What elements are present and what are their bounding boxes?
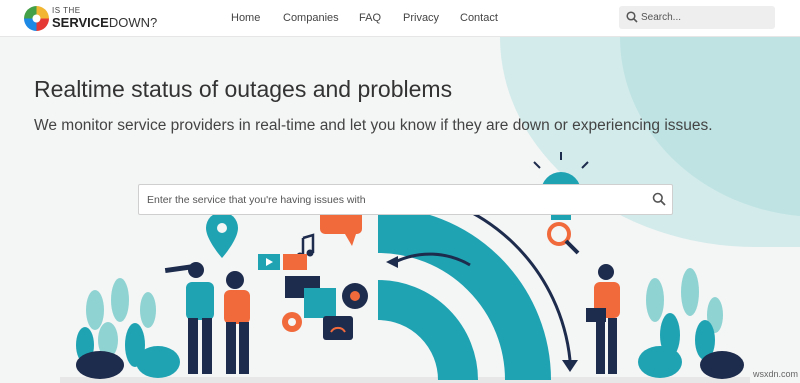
nav-home[interactable]: Home [231, 12, 260, 24]
header-search-input[interactable]: Search... [619, 6, 775, 29]
header-search-placeholder: Search... [641, 12, 682, 23]
top-header: IS THE SERVICEDOWN? Home Companies FAQ P… [0, 0, 800, 37]
logo-service: SERVICE [52, 15, 109, 30]
logo-icon [24, 5, 49, 31]
page-title: Realtime status of outages and problems [34, 76, 453, 102]
logo-line1: IS THE [52, 6, 81, 15]
nav-companies[interactable]: Companies [283, 12, 339, 24]
service-search-placeholder: Enter the service that you're having iss… [147, 194, 366, 206]
search-icon [626, 11, 638, 23]
site-logo[interactable]: IS THE SERVICEDOWN? [24, 4, 174, 32]
watermark: wsxdn.com [753, 369, 799, 379]
nav-faq[interactable]: FAQ [359, 12, 381, 24]
logo-down: DOWN? [108, 15, 158, 30]
nav-contact[interactable]: Contact [460, 12, 498, 24]
page-subtitle: We monitor service providers in real-tim… [34, 117, 713, 134]
service-search-input[interactable]: Enter the service that you're having iss… [138, 184, 673, 215]
search-icon[interactable] [652, 192, 666, 206]
nav-privacy[interactable]: Privacy [403, 12, 439, 24]
